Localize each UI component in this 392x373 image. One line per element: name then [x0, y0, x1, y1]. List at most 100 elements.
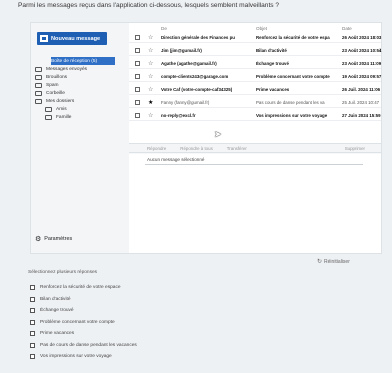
answer-option[interactable]: Problème concernant votre compte [28, 317, 380, 329]
star-icon[interactable]: ☆ [148, 48, 153, 54]
settings-button[interactable]: ⚙ Paramètres [35, 235, 72, 243]
trash-icon [35, 90, 42, 96]
folder-friends[interactable]: Amis [45, 105, 67, 113]
message-toolbar: Répondre Répondre à tous Transférer Supp… [129, 143, 381, 153]
star-icon[interactable]: ☆ [148, 87, 153, 93]
answer-label: Échange trouvé [40, 308, 74, 314]
folder-drafts[interactable]: Brouillons [35, 73, 67, 81]
reply-all-button[interactable]: Répondre à tous [180, 146, 212, 151]
folder-trash[interactable]: Corbeille [35, 89, 65, 97]
column-header-subject: Objet [256, 26, 267, 31]
row-checkbox[interactable] [135, 74, 140, 79]
row-date: 26 Juil. 2024 11:06 [342, 87, 381, 92]
answer-option[interactable]: Vos impressions sur votre voyage [28, 351, 380, 363]
folder-label: Spam [46, 82, 59, 88]
row-subject: Problème concernant votre compte [256, 74, 330, 79]
answer-label: Pas de cours de danse pendant les vacanc… [40, 342, 137, 348]
row-date: 27 Juin 2024 15:59 [342, 113, 381, 118]
new-message-button[interactable]: Nouveau message [37, 32, 107, 45]
star-icon[interactable]: ☆ [148, 74, 153, 80]
message-row[interactable]: ☆ compte-clients243@garage.com Problème … [129, 72, 381, 82]
answer-checkbox[interactable] [30, 285, 35, 291]
row-date: 23 Août 2024 11:09 [342, 61, 382, 66]
answer-label: Vos impressions sur votre voyage [40, 354, 112, 360]
folder-family[interactable]: Famille [45, 113, 71, 121]
new-message-label: Nouveau message [51, 35, 101, 42]
row-date: 25 Juil. 2024 10:47 [342, 100, 380, 105]
folder-label: Boîte de réception (5) [51, 58, 98, 64]
row-checkbox[interactable] [135, 113, 140, 118]
row-checkbox[interactable] [135, 48, 140, 53]
answer-label: Renforcez la sécurité de votre espace [40, 285, 121, 291]
folder-icon [35, 98, 42, 104]
row-subject: Prime vacances [256, 87, 290, 92]
answer-checkbox[interactable] [30, 342, 35, 348]
row-checkbox[interactable] [135, 35, 140, 40]
star-icon[interactable]: ☆ [148, 35, 153, 41]
draft-icon [35, 74, 42, 80]
folder-spam[interactable]: Spam [35, 81, 59, 89]
answer-option[interactable]: Prime vacances [28, 328, 380, 340]
row-date: 19 Août 2024 09:57 [342, 74, 382, 79]
divider [145, 164, 363, 165]
folder-sent[interactable]: Messages envoyés [35, 65, 87, 73]
answer-checkbox[interactable] [30, 296, 35, 302]
row-subject: Vos impressions sur votre voyage [256, 113, 328, 118]
answer-checkbox[interactable] [30, 319, 35, 325]
spam-icon [35, 82, 42, 88]
message-row[interactable]: ☆ no-reply@excl.fr Vos impressions sur v… [129, 111, 381, 121]
delete-button[interactable]: Supprimer [345, 146, 365, 151]
row-from: Direction générale des Finances pu [161, 35, 235, 40]
answer-option[interactable]: Bilan d'activité [28, 294, 380, 306]
row-from: Fanny (fanny@gumail.fr) [161, 100, 210, 105]
folder-label: Brouillons [46, 74, 68, 80]
forward-button[interactable]: Transférer [227, 146, 247, 151]
row-subject: Bilan d'activité [256, 48, 287, 53]
row-date: 23 Août 2024 10:54 [342, 48, 382, 53]
row-from: Agathe (agathe@gamail.fr) [161, 61, 217, 66]
message-row[interactable]: ☆ Direction générale des Finances pu Ren… [129, 33, 381, 43]
row-subject: Échange trouvé [256, 61, 289, 66]
answer-checkbox[interactable] [30, 308, 35, 314]
reply-button[interactable]: Répondre [147, 146, 166, 151]
folder-label: Famille [56, 114, 72, 120]
star-icon[interactable]: ☆ [148, 61, 153, 67]
star-icon[interactable]: ☆ [148, 113, 153, 119]
answer-option[interactable]: Pas de cours de danse pendant les vacanc… [28, 340, 380, 352]
message-row[interactable]: ☆ Votre Caf (votre-compte-caf34325) Prim… [129, 85, 381, 95]
answer-option[interactable]: Échange trouvé [28, 305, 380, 317]
star-filled-icon[interactable]: ★ [148, 100, 153, 106]
sidebar: Nouveau message Boîte de réception (5) M… [31, 23, 129, 253]
question-text: Parmi les messages reçus dans l'applicat… [18, 2, 280, 9]
row-subject: Pas cours de danse pendant les va [256, 100, 325, 105]
row-from: Jim (jim@gumail.fr) [161, 48, 202, 53]
answer-option[interactable]: Renforcez la sécurité de votre espace [28, 282, 380, 294]
folder-label: Amis [56, 106, 67, 112]
answer-checkbox[interactable] [30, 354, 35, 360]
message-row[interactable]: ★ Fanny (fanny@gumail.fr) Pas cours de d… [129, 98, 381, 108]
answer-label: Problème concernant votre compte [40, 319, 115, 325]
row-checkbox[interactable] [135, 61, 140, 66]
message-list: De Objet Date ☆ Direction générale des F… [129, 23, 381, 153]
send-icon [35, 66, 42, 72]
paperclip-icon: ⌇ [379, 47, 382, 54]
compose-icon [40, 35, 48, 42]
answer-label: Bilan d'activité [40, 296, 71, 302]
column-header-from: De [161, 26, 167, 31]
heart-icon [45, 114, 52, 120]
row-checkbox[interactable] [135, 87, 140, 92]
preview-empty-text: Aucun message sélectionné [147, 157, 205, 162]
answer-checkbox[interactable] [30, 331, 35, 337]
refresh-icon: ↻ [317, 259, 323, 265]
folder-my-folders[interactable]: Mes dossiers [35, 97, 74, 105]
message-row[interactable]: ☆ Jim (jim@gumail.fr) Bilan d'activité 2… [129, 46, 381, 56]
reset-button[interactable]: ↻ Réinitialiser [317, 258, 350, 266]
mouse-cursor-icon: ➤ [214, 129, 222, 139]
folder-inbox[interactable]: Boîte de réception (5) [51, 57, 115, 65]
message-row[interactable]: ☆ Agathe (agathe@gamail.fr) Échange trou… [129, 59, 381, 69]
preview-pane: Aucun message sélectionné [129, 154, 381, 253]
folder-label: Corbeille [46, 90, 65, 96]
folder-label: Mes dossiers [46, 98, 75, 104]
folder-label: Messages envoyés [46, 66, 88, 72]
row-checkbox[interactable] [135, 100, 140, 105]
